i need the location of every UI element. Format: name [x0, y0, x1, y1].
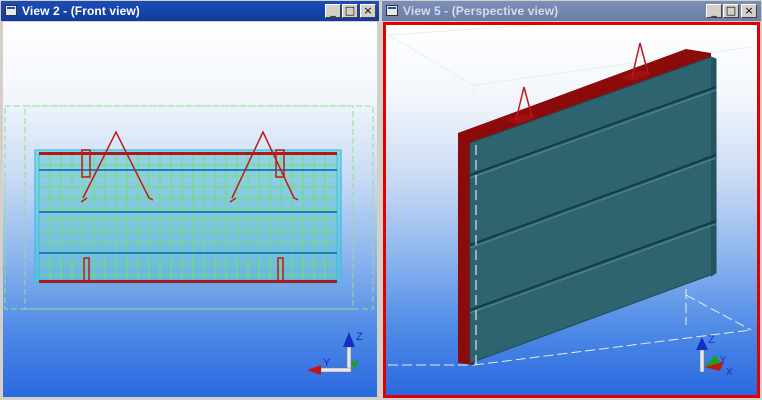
- axis-label-y: Y: [720, 355, 727, 366]
- close-button[interactable]: ×: [741, 4, 757, 18]
- front-view-model: Z Y: [4, 105, 374, 375]
- top-steel-edge: [39, 152, 337, 155]
- minimize-button[interactable]: _: [706, 4, 722, 18]
- view-window-icon[interactable]: [386, 5, 398, 16]
- close-button[interactable]: ×: [360, 4, 376, 18]
- perspective-view-viewport[interactable]: Z Y X: [383, 22, 760, 398]
- perspective-view-titlebar[interactable]: View 5 - (Perspective view) _ □ ×: [382, 1, 761, 21]
- front-view-titlebar[interactable]: View 2 - (Front view) _ □ ×: [1, 1, 379, 21]
- axis-triad: [307, 332, 359, 375]
- maximize-button[interactable]: □: [342, 4, 358, 18]
- perspective-view-model: Z Y X: [387, 25, 752, 378]
- perspective-view-window[interactable]: View 5 - (Perspective view) _ □ × Z Y X: [381, 0, 762, 400]
- front-view-window[interactable]: View 2 - (Front view) _ □ × Z Y: [0, 0, 380, 400]
- view-window-icon[interactable]: [5, 5, 17, 16]
- axis-label-x: X: [726, 367, 733, 378]
- axis-label-z: Z: [356, 331, 363, 343]
- front-view-title: View 2 - (Front view): [22, 4, 140, 18]
- maximize-button[interactable]: □: [723, 4, 739, 18]
- axis-label-y: Y: [323, 357, 331, 369]
- axis-label-z: Z: [708, 334, 715, 346]
- minimize-button[interactable]: _: [325, 4, 341, 18]
- perspective-view-title: View 5 - (Perspective view): [403, 4, 559, 18]
- front-view-viewport[interactable]: Z Y: [3, 22, 377, 397]
